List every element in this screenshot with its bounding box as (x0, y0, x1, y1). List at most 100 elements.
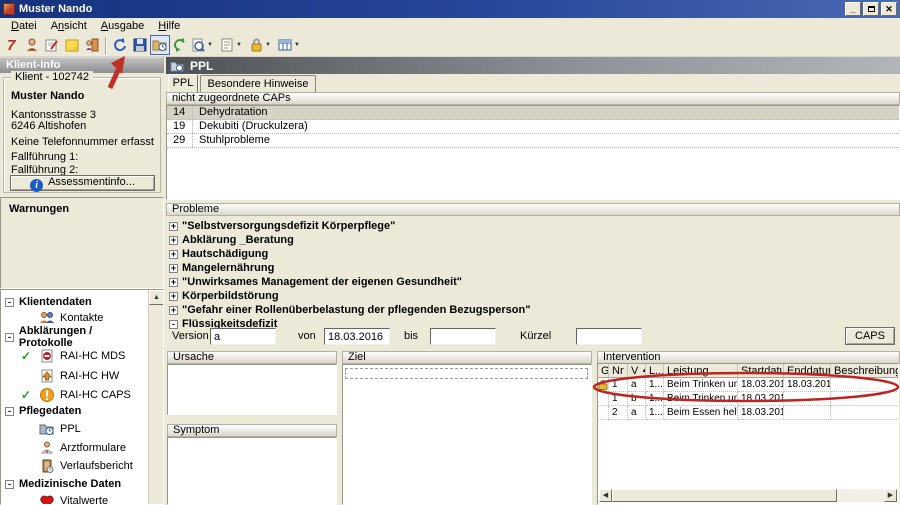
lock-icon (598, 379, 608, 390)
caps-row[interactable]: 29Stuhlprobleme (167, 134, 899, 148)
column-header-leistung[interactable]: Leistung (664, 364, 738, 378)
expand-icon[interactable]: + (169, 264, 178, 273)
column-header-startdatum[interactable]: Startdatum (738, 364, 784, 378)
checkmark-icon: ✓ (21, 349, 31, 363)
expand-icon[interactable]: + (169, 292, 178, 301)
scroll-right-icon[interactable]: ▶ (884, 489, 897, 502)
menu-datei[interactable]: Datei (4, 19, 44, 33)
refresh-button[interactable] (110, 35, 130, 55)
tree-item-vitalwerte[interactable]: Vitalwerte (1, 493, 147, 505)
heart-icon (39, 493, 55, 505)
edit-note-button[interactable] (42, 35, 62, 55)
restore-button[interactable] (863, 2, 879, 16)
journal-icon (39, 458, 55, 474)
ziel-panel-header: Ziel (342, 351, 592, 364)
caps-row[interactable]: 14Dehydratation (167, 106, 899, 120)
assessment-info-button[interactable]: iAssessmentinfo... (10, 175, 155, 191)
scroll-left-icon[interactable]: ◀ (599, 489, 612, 502)
column-header-v[interactable]: V ▲ (628, 364, 646, 378)
ppl-toolbar-button[interactable] (150, 35, 170, 55)
column-header-enddatum[interactable]: Enddatum (784, 364, 831, 378)
menu-bar: Datei Ansicht Ausgabe Hilfe (0, 18, 900, 34)
intervention-table: G... Nr V ▲ L... Leistung Startdatum End… (597, 363, 899, 505)
kuerzel-input[interactable] (576, 328, 642, 345)
tree-item-rai-hc-caps[interactable]: ✓ RAI-HC CAPS (1, 387, 147, 403)
kuerzel-label: Kürzel (520, 330, 551, 342)
caps-row[interactable]: 19Dekubiti (Druckulzera) (167, 120, 899, 134)
grid-button[interactable]: ▼ (277, 35, 306, 55)
tree-section-medizinische-daten[interactable]: - Medizinische Daten (1, 476, 147, 492)
warnings-title: Warnungen (9, 203, 69, 215)
client-case1: Fallführung 1: (11, 151, 78, 163)
expand-icon[interactable]: + (169, 236, 178, 245)
tree-scrollbar[interactable]: ▲ (148, 290, 163, 505)
column-header-g[interactable]: G... (598, 364, 609, 378)
caps-section-header: nicht zugeordnete CAPs (166, 92, 900, 105)
folder-clock-icon (170, 59, 184, 73)
scrollbar-thumb[interactable] (612, 489, 837, 502)
problem-item[interactable]: +Abklärung _Beratung (169, 233, 294, 247)
refresh-green-button[interactable] (170, 35, 190, 55)
problem-item[interactable]: +Körperbildstörung (169, 289, 279, 303)
symptom-list[interactable] (167, 437, 337, 505)
ziel-list[interactable] (342, 364, 592, 505)
minimize-button[interactable]: _ (845, 2, 861, 16)
logo-button[interactable]: 7 (2, 35, 22, 55)
tab-ppl[interactable]: PPL (168, 74, 198, 92)
tab-besondere-hinweise[interactable]: Besondere Hinweise (200, 75, 316, 92)
tree-item-kontakte[interactable]: Kontakte (1, 310, 147, 326)
ursache-list[interactable] (167, 364, 337, 415)
expand-icon[interactable]: + (169, 306, 178, 315)
tree-item-arztformulare[interactable]: Arztformulare (1, 440, 147, 456)
problem-item[interactable]: +Hautschädigung (169, 247, 268, 261)
client-button[interactable] (22, 35, 42, 55)
column-header-l[interactable]: L... (646, 364, 664, 378)
save-button[interactable] (130, 35, 150, 55)
caps-button[interactable]: CAPS (845, 327, 895, 345)
print-preview-icon (190, 37, 206, 53)
column-header-nr[interactable]: Nr (609, 364, 628, 378)
sticky-note-button[interactable] (62, 35, 82, 55)
collapse-icon[interactable]: - (5, 298, 14, 307)
collapse-icon[interactable]: - (5, 480, 14, 489)
menu-ansicht[interactable]: Ansicht (44, 19, 94, 33)
navigation-tree: - Klientendaten Kontakte - Abklärungen /… (0, 289, 164, 505)
von-input[interactable] (324, 328, 390, 345)
bis-input[interactable] (430, 328, 496, 345)
dropdown-caret-icon: ▼ (294, 42, 300, 48)
tree-section-pflegedaten[interactable]: - Pflegedaten (1, 403, 147, 419)
collapse-icon[interactable]: - (5, 407, 14, 416)
problem-item[interactable]: +"Unwirksames Management der eigenen Ges… (169, 275, 462, 289)
recycle-icon (172, 37, 188, 53)
collapse-icon[interactable]: - (5, 333, 14, 342)
menu-ausgabe[interactable]: Ausgabe (94, 19, 151, 33)
problem-item[interactable]: +Mangelernährung (169, 261, 274, 275)
person-exit-button[interactable] (82, 35, 102, 55)
report-button[interactable]: ▼ (219, 35, 248, 55)
lock-cell (598, 378, 609, 392)
expand-icon[interactable]: + (169, 250, 178, 259)
problem-item[interactable]: +"Gefahr einer Rollenüberbelastung der p… (169, 303, 530, 317)
scroll-up-icon[interactable]: ▲ (149, 290, 164, 305)
lock-icon (248, 37, 264, 53)
client-groupbox: Klient - 102742 Muster Nando Kantonsstra… (3, 77, 161, 193)
intervention-hscrollbar[interactable]: ◀ ▶ (599, 489, 897, 502)
main-panel: PPL PPL Besondere Hinweise nicht zugeord… (166, 57, 900, 505)
menu-hilfe[interactable]: Hilfe (151, 19, 187, 33)
problem-item[interactable]: +"Selbstversorgungsdefizit Körperpflege" (169, 219, 395, 233)
ppl-header: PPL (166, 57, 900, 74)
expand-icon[interactable]: + (169, 222, 178, 231)
column-header-beschreibung[interactable]: Beschreibung (831, 364, 899, 378)
tree-section-klientendaten[interactable]: - Klientendaten (1, 294, 147, 310)
tree-item-ppl[interactable]: PPL (1, 421, 147, 437)
lock-button[interactable]: ▼ (248, 35, 277, 55)
print-preview-button[interactable]: ▼ (190, 35, 219, 55)
expand-icon[interactable]: + (169, 278, 178, 287)
tree-item-rai-hc-mds[interactable]: ✓ RAI-HC MDS (1, 348, 147, 364)
tree-item-verlaufsbericht[interactable]: Verlaufsbericht (1, 458, 147, 474)
tree-item-rai-hc-hw[interactable]: RAI-HC HW (1, 368, 147, 384)
logo-seven-icon: 7 (4, 37, 20, 53)
tree-section-abklaerungen[interactable]: - Abklärungen / Protokolle (1, 329, 147, 345)
close-button[interactable]: ✕ (881, 2, 897, 16)
version-input[interactable] (210, 328, 276, 345)
